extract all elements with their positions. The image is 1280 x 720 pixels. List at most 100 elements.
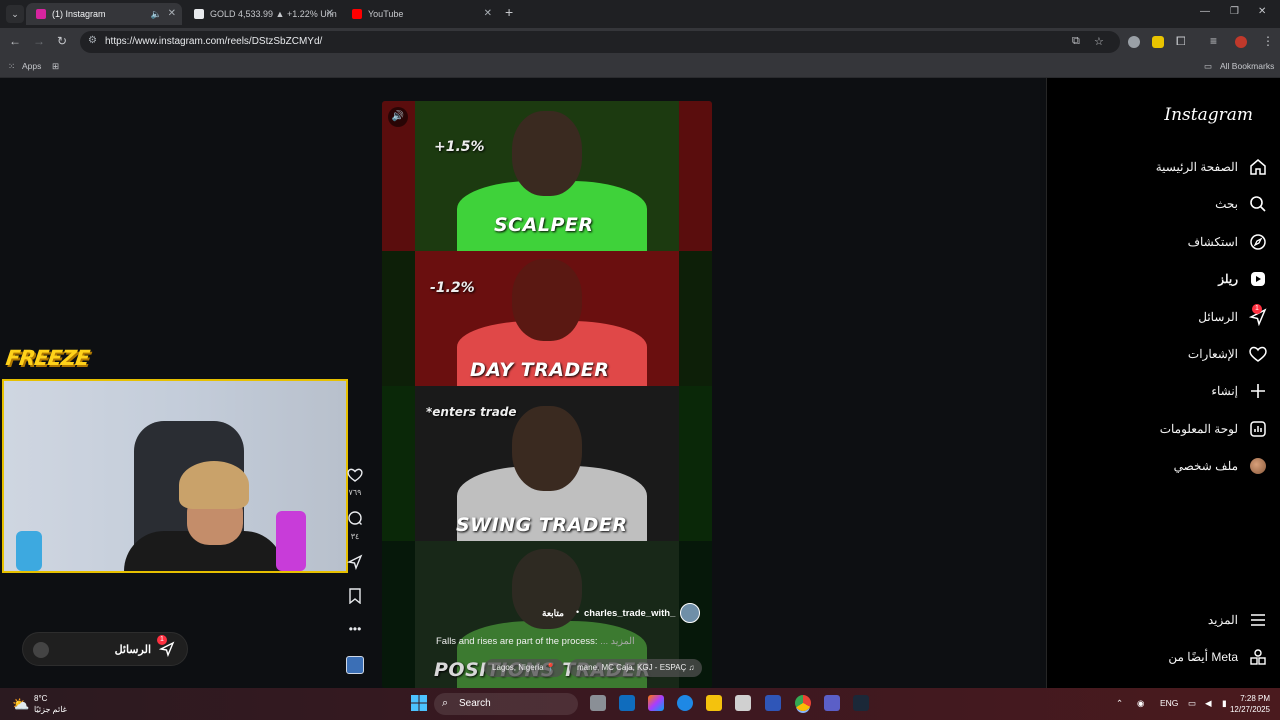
steam-icon[interactable]	[853, 695, 869, 711]
streamer-cap	[179, 461, 249, 509]
edge-icon[interactable]	[677, 695, 693, 711]
bookmark-star-icon[interactable]: ☆	[1094, 35, 1104, 48]
audio-thumbnail[interactable]	[346, 656, 364, 674]
taskbar-search[interactable]: ⌕ Search	[434, 693, 578, 715]
reload-icon[interactable]: ↻	[57, 34, 67, 48]
chrome-icon[interactable]	[795, 695, 811, 711]
network-icon[interactable]: ▭	[1188, 698, 1196, 709]
freeze-logo: FREEZE	[4, 346, 91, 370]
sidebar-item-home[interactable]: الصفحة الرئيسية	[1156, 155, 1268, 179]
like-button[interactable]: ٧٦٩	[346, 468, 364, 497]
bookmark-icon	[349, 588, 361, 605]
url-text[interactable]: https://www.instagram.com/reels/DStzSbZC…	[105, 36, 322, 47]
profile-avatar	[1248, 456, 1268, 476]
instagram-logo[interactable]: Instagram	[1164, 105, 1253, 125]
sidebar-item-notifications[interactable]: الإشعارات	[1188, 342, 1268, 366]
install-app-icon[interactable]: ⧉	[1072, 35, 1080, 48]
instagram-favicon-icon	[36, 9, 46, 19]
store-icon[interactable]	[735, 695, 751, 711]
file-explorer-icon[interactable]	[706, 695, 722, 711]
system-clock[interactable]: 7:28 PM 12/27/2025	[1230, 693, 1270, 715]
author-username[interactable]: charles_trade_with_	[584, 608, 675, 619]
minimize-icon[interactable]: —	[1200, 6, 1210, 17]
task-view-icon[interactable]	[590, 695, 606, 711]
tab-gold[interactable]: GOLD 4,533.99 ▲ +1.22% Unn ✕	[184, 3, 340, 25]
speaker-icon[interactable]: 🔊	[388, 107, 408, 127]
search-icon: ⌕	[442, 697, 449, 709]
sidebar-item-reels[interactable]: ريلز	[1218, 267, 1268, 291]
teams-icon[interactable]	[824, 695, 840, 711]
search-icon	[1248, 194, 1268, 214]
author-avatar[interactable]	[680, 603, 700, 623]
apps-grid-icon[interactable]: ⁙	[8, 61, 15, 72]
head-shape	[512, 406, 582, 491]
new-tab-button[interactable]: +	[505, 4, 513, 20]
more-options-icon[interactable]: •••	[346, 622, 364, 636]
address-bar[interactable]: ⚙ https://www.instagram.com/reels/DStzSb…	[80, 31, 1120, 53]
discord-tray-icon[interactable]: ◉	[1137, 698, 1144, 709]
head-shape	[512, 111, 582, 196]
meta-apps-icon	[1248, 647, 1268, 667]
reading-list-icon[interactable]: ≡	[1210, 34, 1217, 48]
extension-circle-icon[interactable]	[1128, 36, 1140, 48]
follow-button[interactable]: متابعة	[542, 608, 564, 619]
avatar	[33, 642, 49, 658]
close-tab-icon[interactable]: ✕	[326, 3, 334, 25]
sidebar-item-create[interactable]: إنشاء	[1211, 379, 1268, 403]
audio-text: mane, MC Caja, KGJ - ESPAÇ	[577, 663, 687, 672]
language-indicator[interactable]: ENG	[1160, 698, 1178, 708]
defender-icon[interactable]	[765, 695, 781, 711]
close-window-icon[interactable]: ✕	[1258, 6, 1266, 17]
sidebar-item-explore[interactable]: استكشاف	[1188, 230, 1268, 254]
audio-pill[interactable]: mane, MC Caja, KGJ - ESPAÇ ♫	[569, 659, 703, 677]
clock-date: 12/27/2025	[1229, 705, 1270, 714]
profile-avatar-icon[interactable]	[1235, 36, 1247, 48]
menu-kebab-icon[interactable]: ⋮	[1262, 34, 1274, 48]
share-button[interactable]	[346, 554, 364, 575]
sidebar-item-more[interactable]: المزيد	[1208, 608, 1268, 632]
panel-caption: DAY TRADER	[470, 359, 610, 381]
save-button[interactable]	[346, 588, 364, 609]
sidebar-item-label: الرسائل	[1198, 310, 1238, 324]
weather-temp: 8°C	[34, 694, 48, 703]
reel-video[interactable]: +1.5% SCALPER -1.2% DAY TRADER *enters t…	[382, 101, 712, 688]
messages-floating-button[interactable]: الرسائل 1	[22, 632, 188, 666]
chevron-up-icon[interactable]: ⌃	[1116, 698, 1123, 709]
outlook-icon[interactable]	[619, 695, 635, 711]
reel-panel: *enters trade SWING TRADER	[382, 386, 712, 541]
close-tab-icon[interactable]: ✕	[168, 3, 176, 25]
location-pill[interactable]: Lagos, Nigeria 📍	[484, 659, 564, 677]
sidebar-item-meta[interactable]: أيضًا من Meta	[1168, 645, 1268, 669]
apps-bookmark[interactable]: Apps	[22, 61, 41, 71]
home-icon	[1248, 157, 1268, 177]
all-bookmarks[interactable]: All Bookmarks	[1220, 61, 1274, 71]
extension-dollar-icon[interactable]	[1152, 36, 1164, 48]
reel-panel: +1.5% SCALPER	[382, 101, 712, 251]
forward-icon[interactable]: →	[33, 34, 45, 48]
close-tab-icon[interactable]: ✕	[484, 3, 492, 25]
comment-button[interactable]: ٣٤	[346, 510, 364, 541]
audio-playing-icon[interactable]: 🔈	[151, 3, 162, 25]
windows-start-icon[interactable]	[411, 695, 427, 711]
reel-panel: -1.2% DAY TRADER	[382, 251, 712, 386]
tab-groups-icon[interactable]: ⊞	[52, 61, 59, 72]
battery-icon[interactable]: ▮	[1222, 698, 1227, 709]
back-icon[interactable]: ←	[9, 34, 21, 48]
sidebar-item-profile[interactable]: ملف شخصي	[1174, 454, 1268, 478]
copilot-icon[interactable]	[648, 695, 664, 711]
caption-more-link[interactable]: ... المزيد	[600, 636, 634, 647]
sidebar-item-messages[interactable]: 1 الرسائل	[1198, 304, 1268, 329]
comments-count: ٣٤	[350, 532, 360, 541]
site-info-icon[interactable]: ⚙	[88, 35, 97, 46]
sidebar-item-search[interactable]: بحث	[1215, 192, 1268, 216]
reel-caption: Falls and rises are part of the process:…	[436, 636, 635, 647]
restore-icon[interactable]: ❐	[1230, 6, 1239, 17]
sidebar-item-label: لوحة المعلومات	[1159, 422, 1238, 436]
tab-instagram[interactable]: (1) Instagram 🔈 ✕	[26, 3, 182, 25]
tab-youtube[interactable]: YouTube ✕	[342, 3, 498, 25]
tab-search-button[interactable]: ⌄	[6, 5, 24, 23]
notification-badge: 1	[1252, 304, 1262, 314]
extensions-puzzle-icon[interactable]: ⧠	[1176, 34, 1186, 49]
volume-icon[interactable]: ◀	[1205, 698, 1212, 709]
sidebar-item-dashboard[interactable]: لوحة المعلومات	[1160, 417, 1268, 441]
